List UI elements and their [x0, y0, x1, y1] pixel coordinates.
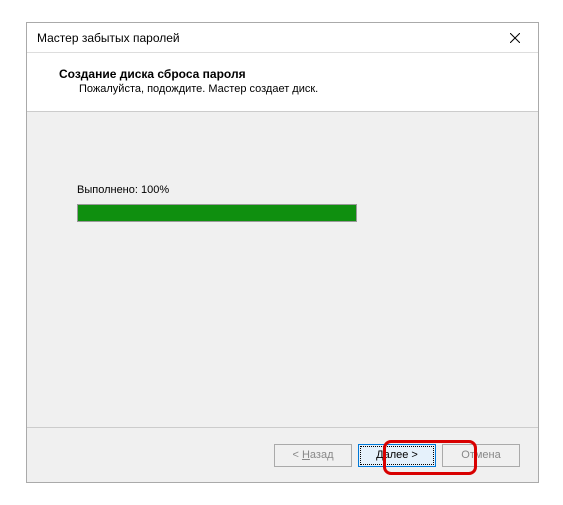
close-button[interactable]: [500, 26, 530, 50]
progress-label: Выполнено: 100%: [77, 184, 488, 196]
wizard-content: Выполнено: 100%: [27, 112, 538, 427]
progress-bar: [77, 204, 357, 222]
cancel-button: Отмена: [442, 444, 520, 467]
wizard-step-subtitle: Пожалуйста, подождите. Мастер создает ди…: [59, 83, 518, 95]
wizard-dialog: Мастер забытых паролей Создание диска сб…: [26, 22, 539, 483]
next-button[interactable]: Далее >: [358, 444, 436, 467]
wizard-header: Создание диска сброса пароля Пожалуйста,…: [27, 53, 538, 112]
close-icon: [510, 33, 520, 43]
titlebar: Мастер забытых паролей: [27, 23, 538, 53]
window-title: Мастер забытых паролей: [37, 31, 180, 45]
back-button: < Назад: [274, 444, 352, 467]
wizard-footer: < Назад Далее > Отмена: [27, 427, 538, 482]
wizard-step-title: Создание диска сброса пароля: [59, 67, 518, 81]
